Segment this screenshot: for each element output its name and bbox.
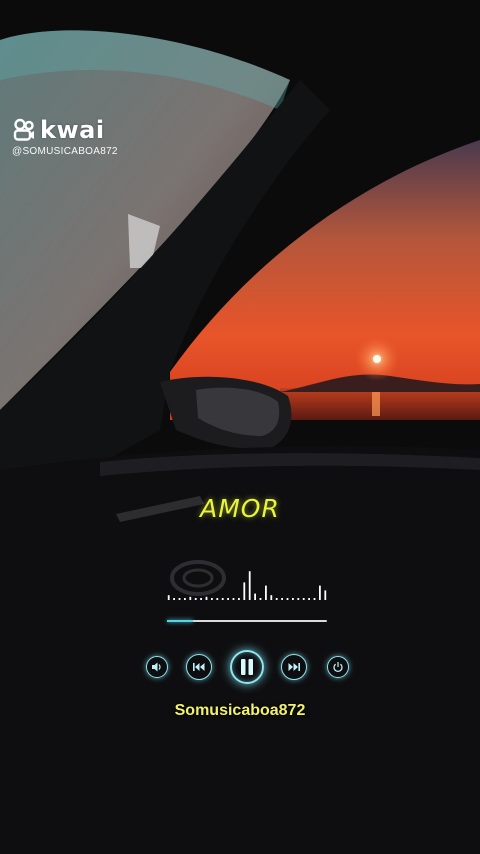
pause-button[interactable] xyxy=(230,650,264,684)
equalizer-bar xyxy=(173,598,175,600)
equalizer-bar xyxy=(324,590,327,600)
equalizer-bar xyxy=(308,598,310,600)
equalizer-bar xyxy=(275,598,278,600)
equalizer-bar xyxy=(167,595,170,600)
audio-equalizer xyxy=(167,571,327,600)
equalizer-bar xyxy=(270,595,273,600)
skip-previous-icon xyxy=(193,663,205,671)
equalizer-bar xyxy=(248,571,251,600)
equalizer-bar xyxy=(265,585,267,600)
equalizer-bar xyxy=(178,598,181,600)
equalizer-bar xyxy=(243,582,246,600)
equalizer-bar xyxy=(189,596,192,600)
pause-icon xyxy=(241,659,253,675)
kwai-watermark: kwai @SOMUSICABOA872 xyxy=(12,116,118,157)
equalizer-bar xyxy=(319,585,321,600)
equalizer-bar xyxy=(221,598,224,600)
speaker-icon xyxy=(152,662,161,672)
power-icon xyxy=(333,662,343,673)
equalizer-bar xyxy=(292,598,294,600)
kwai-logo-icon xyxy=(13,118,34,141)
equalizer-bar xyxy=(259,598,262,600)
equalizer-bar xyxy=(302,598,305,600)
equalizer-bar xyxy=(227,598,229,600)
kwai-logo-text: kwai xyxy=(40,116,105,144)
equalizer-bar xyxy=(184,598,186,600)
equalizer-bar xyxy=(281,598,283,600)
channel-name: Somusicaboa872 xyxy=(174,702,306,719)
equalizer-bar xyxy=(238,598,240,600)
equalizer-bar xyxy=(200,598,202,600)
volume-button[interactable] xyxy=(146,656,168,678)
skip-next-icon xyxy=(288,663,300,671)
next-button[interactable] xyxy=(281,654,307,680)
progress-bar-fill xyxy=(167,620,193,622)
equalizer-bar xyxy=(216,598,219,600)
equalizer-bar xyxy=(297,598,300,600)
video-frame: kwai @SOMUSICABOA872 AMOR Somusicaboa872 xyxy=(0,0,480,854)
previous-button[interactable] xyxy=(186,654,212,680)
creator-handle: @SOMUSICABOA872 xyxy=(12,146,118,157)
equalizer-bar xyxy=(286,598,289,600)
equalizer-bar xyxy=(205,596,208,600)
equalizer-bar xyxy=(211,598,213,600)
equalizer-bar xyxy=(254,593,256,600)
equalizer-bar xyxy=(194,598,197,600)
equalizer-bar xyxy=(313,598,316,600)
equalizer-bar xyxy=(232,598,235,600)
power-button[interactable] xyxy=(327,656,349,678)
song-title: AMOR xyxy=(200,494,280,523)
player-controls xyxy=(0,648,480,686)
progress-bar[interactable] xyxy=(167,620,327,622)
